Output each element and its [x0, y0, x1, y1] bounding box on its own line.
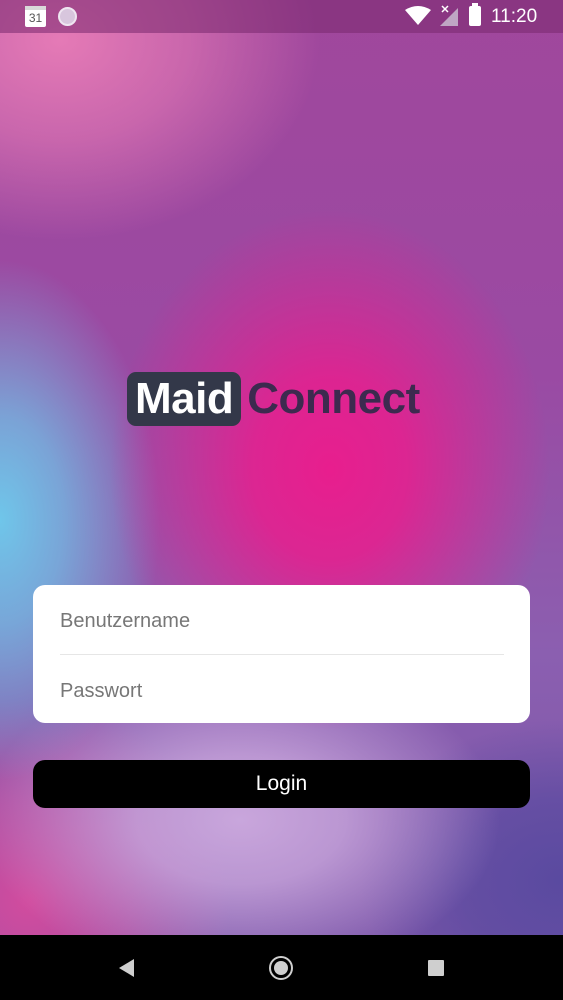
battery-icon [469, 3, 481, 26]
status-bar: 31 11:20 [0, 0, 563, 33]
navigation-bar [0, 935, 563, 1000]
login-form-card [33, 585, 530, 723]
app-logo: Maid Connect [127, 372, 420, 426]
back-icon[interactable] [116, 957, 136, 979]
logo-maid: Maid [127, 372, 242, 426]
login-screen: 31 11:20 Maid Connect Login [0, 0, 563, 1000]
sync-icon [58, 7, 77, 26]
password-input[interactable] [60, 666, 504, 716]
home-icon[interactable] [269, 956, 293, 980]
clock: 11:20 [491, 6, 538, 27]
logo-connect: Connect [247, 374, 420, 423]
field-divider [60, 654, 504, 655]
username-input[interactable] [60, 596, 504, 646]
wifi-icon [405, 6, 431, 25]
calendar-icon: 31 [25, 6, 46, 27]
signal-icon [440, 5, 458, 26]
login-button[interactable]: Login [33, 760, 530, 808]
calendar-day: 31 [28, 11, 43, 25]
recents-icon[interactable] [428, 960, 444, 976]
